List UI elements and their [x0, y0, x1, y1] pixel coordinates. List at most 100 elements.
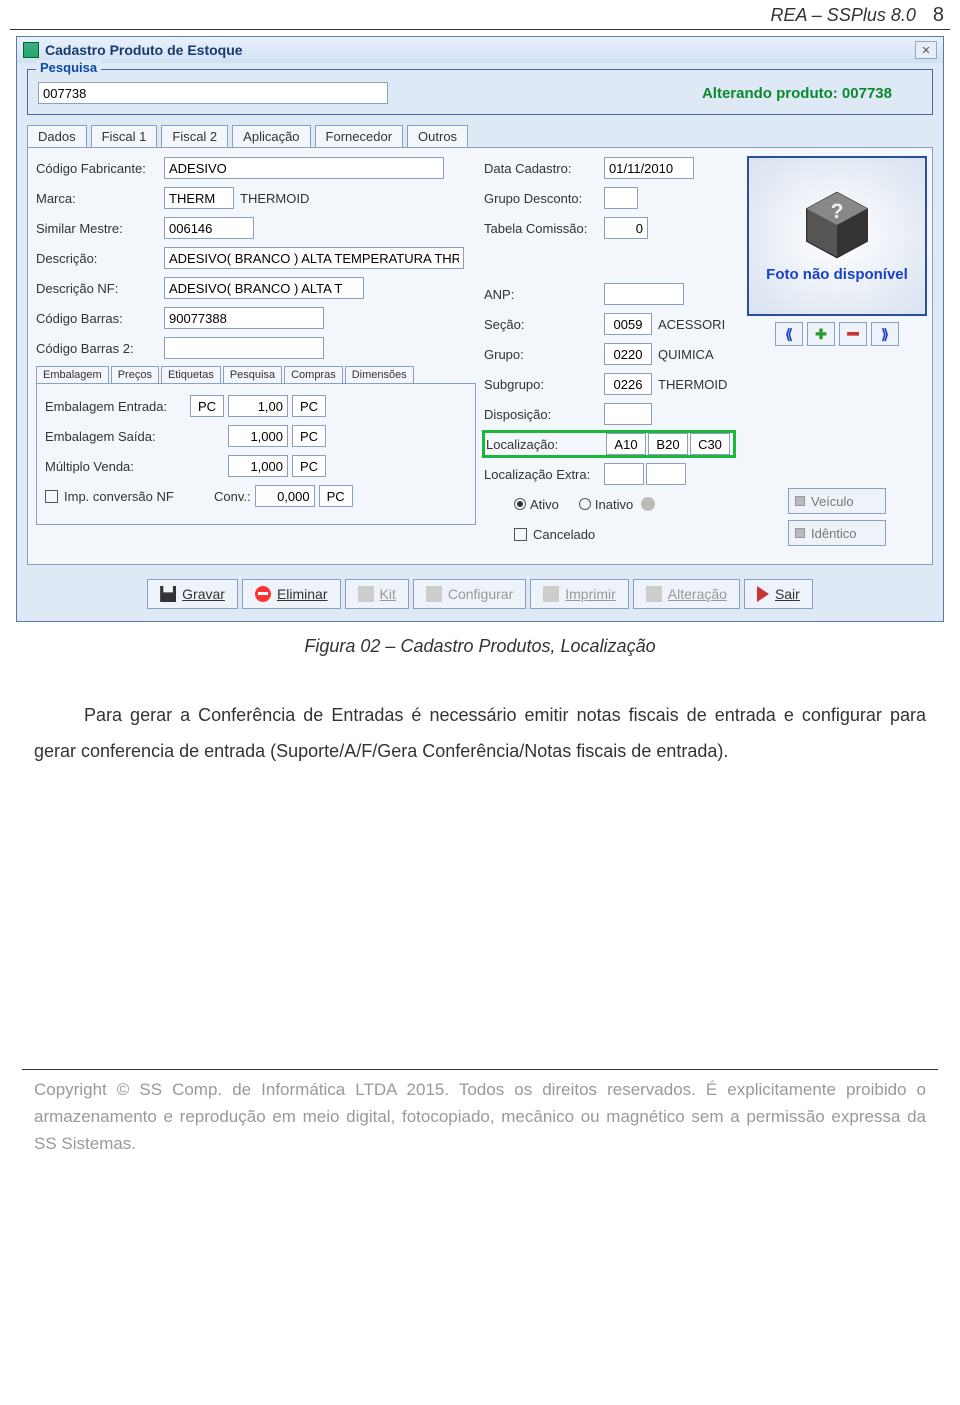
veiculo-button[interactable]: Veículo — [788, 488, 886, 514]
label-cod-fabricante: Código Fabricante: — [36, 161, 164, 176]
button-bar: Gravar Eliminar Kit Configurar Imprimir … — [27, 579, 933, 609]
alteracao-button[interactable]: Alteração — [633, 579, 740, 609]
input-data-cad[interactable] — [604, 157, 694, 179]
subtab-compras[interactable]: Compras — [284, 366, 343, 383]
radio-inativo[interactable] — [579, 498, 591, 510]
label-inativo: Inativo — [595, 497, 633, 512]
eliminar-button[interactable]: Eliminar — [242, 579, 341, 609]
minus-icon: ━ — [848, 324, 859, 345]
app-icon — [23, 42, 39, 58]
input-disposicao[interactable] — [604, 403, 652, 425]
input-multiplo-qty[interactable] — [228, 455, 288, 477]
tab-dados[interactable]: Dados — [27, 125, 87, 147]
input-emb-ent-unit2[interactable] — [292, 395, 326, 417]
search-legend: Pesquisa — [36, 60, 101, 75]
titlebar: Cadastro Produto de Estoque ✕ — [17, 37, 943, 63]
label-imp-conv: Imp. conversão NF — [64, 489, 184, 504]
input-emb-ent-qty[interactable] — [228, 395, 288, 417]
kit-icon — [358, 586, 374, 602]
input-cod-fabricante[interactable] — [164, 157, 444, 179]
photo-remove-button[interactable]: ━ — [839, 322, 867, 346]
input-descricao-nf[interactable] — [164, 277, 364, 299]
input-cod-barras[interactable] — [164, 307, 324, 329]
figure-caption: Figura 02 – Cadastro Produtos, Localizaç… — [10, 636, 950, 657]
input-marca[interactable] — [164, 187, 234, 209]
label-multiplo: Múltiplo Venda: — [45, 459, 190, 474]
photo-last-button[interactable]: ⟫ — [871, 322, 899, 346]
label-loc-extra: Localização Extra: — [484, 467, 604, 482]
label-data-cad: Data Cadastro: — [484, 161, 604, 176]
input-anp[interactable] — [604, 283, 684, 305]
label-emb-saida: Embalagem Saída: — [45, 429, 190, 444]
input-emb-ent-unit1[interactable] — [190, 395, 224, 417]
tab-fornecedor[interactable]: Fornecedor — [315, 125, 403, 147]
input-multiplo-unit[interactable] — [292, 455, 326, 477]
subtab-pesquisa[interactable]: Pesquisa — [223, 366, 282, 383]
label-descricao: Descrição: — [36, 251, 164, 266]
tab-outros[interactable]: Outros — [407, 125, 468, 147]
input-emb-saida-unit[interactable] — [292, 425, 326, 447]
input-conv-val[interactable] — [255, 485, 315, 507]
photo-caption: Foto não disponível — [766, 266, 908, 283]
status-indicator-icon — [641, 497, 655, 511]
input-similar[interactable] — [164, 217, 254, 239]
double-chevron-right-icon: ⟫ — [881, 326, 889, 343]
photo-first-button[interactable]: ⟪ — [775, 322, 803, 346]
subtab-etiquetas[interactable]: Etiquetas — [161, 366, 221, 383]
input-loc-1[interactable] — [606, 433, 646, 455]
text-grupo-desc: QUIMICA — [658, 347, 714, 362]
input-grupo[interactable] — [604, 343, 652, 365]
input-loc-2[interactable] — [648, 433, 688, 455]
window: Cadastro Produto de Estoque ✕ Pesquisa A… — [16, 36, 944, 622]
gravar-button[interactable]: Gravar — [147, 579, 238, 609]
photo-add-button[interactable]: ✚ — [807, 322, 835, 346]
input-subgrupo[interactable] — [604, 373, 652, 395]
page-number: 8 — [933, 4, 944, 26]
label-anp: ANP: — [484, 287, 604, 302]
checkbox-imp-conv[interactable] — [45, 490, 58, 503]
radio-ativo[interactable] — [514, 498, 526, 510]
input-loc-extra-1[interactable] — [604, 463, 644, 485]
label-secao: Seção: — [484, 317, 604, 332]
close-button[interactable]: ✕ — [915, 41, 937, 59]
tab-fiscal1[interactable]: Fiscal 1 — [91, 125, 158, 147]
identico-button[interactable]: Idêntico — [788, 520, 886, 546]
body-paragraph: Para gerar a Conferência de Entradas é n… — [34, 697, 926, 769]
imprimir-button[interactable]: Imprimir — [530, 579, 629, 609]
input-loc-extra-2[interactable] — [646, 463, 686, 485]
label-conv: Conv.: — [214, 489, 251, 504]
sair-button[interactable]: Sair — [744, 579, 813, 609]
tab-dados-body: Código Fabricante: Marca: THERMOID Simil… — [27, 147, 933, 565]
label-subgrupo: Subgrupo: — [484, 377, 604, 392]
text-secao-desc: ACESSORI — [658, 317, 725, 332]
label-tab-com: Tabela Comissão: — [484, 221, 604, 236]
input-loc-3[interactable] — [690, 433, 730, 455]
label-cancelado: Cancelado — [533, 527, 595, 542]
input-conv-unit[interactable] — [319, 485, 353, 507]
input-secao[interactable] — [604, 313, 652, 335]
close-icon: ✕ — [921, 44, 930, 57]
input-tab-com[interactable] — [604, 217, 648, 239]
question-cube-icon: ? — [802, 190, 872, 260]
configurar-button[interactable]: Configurar — [413, 579, 526, 609]
subtab-dimensoes[interactable]: Dimensões — [345, 366, 414, 383]
subtab-embalagem-body: Embalagem Entrada: Embalagem Saída: — [36, 383, 476, 525]
tab-fiscal2[interactable]: Fiscal 2 — [161, 125, 228, 147]
localizacao-row: Localização: — [484, 432, 734, 456]
footer-text: Copyright © SS Comp. de Informática LTDA… — [34, 1076, 926, 1158]
tab-aplicacao[interactable]: Aplicação — [232, 125, 310, 147]
window-title: Cadastro Produto de Estoque — [45, 42, 243, 58]
input-grupo-desc[interactable] — [604, 187, 638, 209]
search-input[interactable] — [38, 82, 388, 104]
subtab-precos[interactable]: Preços — [111, 366, 159, 383]
input-emb-saida-qty[interactable] — [228, 425, 288, 447]
input-cod-barras2[interactable] — [164, 337, 324, 359]
label-grupo-desc: Grupo Desconto: — [484, 191, 604, 206]
checkbox-cancelado[interactable] — [514, 528, 527, 541]
input-descricao[interactable] — [164, 247, 464, 269]
label-cod-barras: Código Barras: — [36, 311, 164, 326]
kit-button[interactable]: Kit — [345, 579, 409, 609]
subtab-embalagem[interactable]: Embalagem — [36, 366, 109, 383]
text-marca-desc: THERMOID — [240, 191, 309, 206]
label-grupo: Grupo: — [484, 347, 604, 362]
